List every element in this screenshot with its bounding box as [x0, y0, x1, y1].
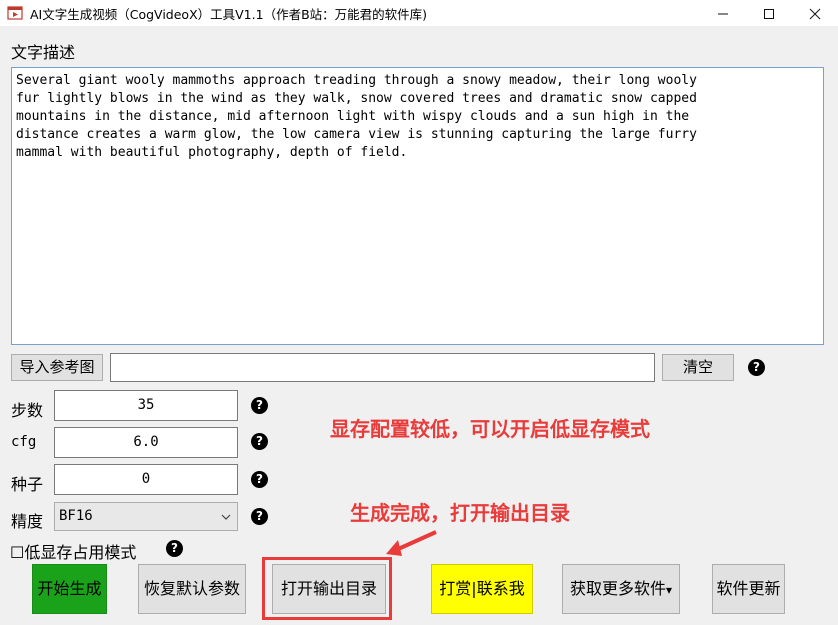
- help-icon[interactable]: ?: [748, 359, 765, 376]
- maximize-icon[interactable]: [746, 0, 792, 26]
- chevron-down-icon: [221, 514, 231, 520]
- seed-label: 种子: [11, 475, 44, 494]
- title-bar: AI文字生成视频（CogVideoX）工具V1.1（作者B站：万能君的软件库): [0, 0, 838, 26]
- reference-path-input[interactable]: [110, 353, 655, 382]
- steps-input[interactable]: 35: [54, 390, 238, 421]
- import-reference-button[interactable]: 导入参考图: [11, 354, 103, 381]
- reset-defaults-button[interactable]: 恢复默认参数: [138, 564, 246, 614]
- minimize-icon[interactable]: [700, 0, 746, 26]
- get-more-software-label: 获取更多软件: [569, 579, 666, 598]
- cfg-input[interactable]: 6.0: [54, 427, 238, 458]
- description-label: 文字描述: [11, 43, 76, 62]
- done-hint-annotation: 生成完成，打开输出目录: [350, 501, 570, 525]
- help-icon[interactable]: ?: [251, 471, 268, 488]
- clear-button[interactable]: 清空: [662, 354, 734, 381]
- precision-label: 精度: [11, 512, 44, 531]
- help-icon[interactable]: ?: [251, 433, 268, 450]
- get-more-software-button[interactable]: 获取更多软件▾: [562, 564, 680, 614]
- arrow-icon: [386, 530, 437, 556]
- software-update-button[interactable]: 软件更新: [712, 564, 785, 614]
- low-vram-checkbox[interactable]: ☐低显存占用模式: [10, 539, 136, 563]
- low-vram-hint-annotation: 显存配置较低，可以开启低显存模式: [330, 417, 650, 441]
- precision-value: BF16: [59, 508, 93, 524]
- low-vram-label: 低显存占用模式: [24, 543, 137, 562]
- close-icon[interactable]: [792, 0, 838, 26]
- help-icon[interactable]: ?: [166, 540, 183, 557]
- open-output-dir-button[interactable]: 打开输出目录: [272, 564, 386, 614]
- donate-contact-button[interactable]: 打赏|联系我: [431, 564, 533, 614]
- app-icon: [7, 6, 23, 20]
- dropdown-arrow-icon: ▾: [665, 583, 673, 597]
- description-textarea[interactable]: Several giant wooly mammoths approach tr…: [11, 67, 824, 345]
- start-generate-button[interactable]: 开始生成: [32, 564, 107, 614]
- window-title: AI文字生成视频（CogVideoX）工具V1.1（作者B站：万能君的软件库): [30, 7, 428, 22]
- steps-label: 步数: [11, 401, 44, 420]
- help-icon[interactable]: ?: [251, 508, 268, 525]
- seed-input[interactable]: 0: [54, 464, 238, 495]
- help-icon[interactable]: ?: [251, 397, 268, 414]
- cfg-label: cfg: [11, 434, 37, 450]
- checkbox-box[interactable]: ☐: [10, 543, 24, 562]
- precision-select[interactable]: BF16: [54, 502, 238, 531]
